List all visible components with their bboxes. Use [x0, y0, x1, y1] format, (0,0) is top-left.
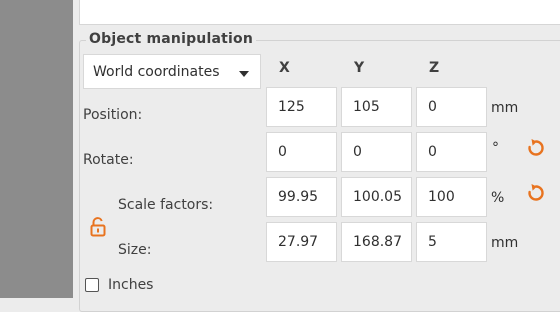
scale-y-input[interactable]: 100.05: [341, 177, 412, 217]
top-list-box: [79, 0, 560, 25]
inches-checkbox[interactable]: [85, 278, 99, 292]
rotate-x-input[interactable]: 0: [266, 132, 337, 172]
rotate-z-input[interactable]: 0: [416, 132, 487, 172]
rotate-y-input[interactable]: 0: [341, 132, 412, 172]
inches-label: Inches: [108, 277, 154, 293]
position-x-input[interactable]: 125: [266, 87, 337, 127]
axis-y-header: Y: [354, 60, 365, 76]
size-z-input[interactable]: 5: [416, 222, 487, 262]
position-z-input[interactable]: 0: [416, 87, 487, 127]
left-gutter: [0, 0, 73, 298]
coordinate-system-dropdown[interactable]: World coordinates: [83, 54, 261, 89]
rotate-unit: °: [492, 140, 499, 156]
reset-rotation-icon[interactable]: [526, 138, 546, 158]
axis-z-header: Z: [429, 60, 440, 76]
position-unit: mm: [491, 100, 519, 116]
scale-unit: %: [491, 190, 505, 206]
size-label: Size:: [118, 242, 152, 258]
position-y-input[interactable]: 105: [341, 87, 412, 127]
scale-factors-label: Scale factors:: [118, 197, 214, 213]
coordinate-system-value: World coordinates: [93, 64, 220, 80]
size-unit: mm: [491, 235, 519, 251]
reset-scale-icon[interactable]: [526, 183, 546, 203]
unlock-icon[interactable]: [89, 217, 107, 237]
rotate-label: Rotate:: [83, 152, 134, 168]
size-x-input[interactable]: 27.97: [266, 222, 337, 262]
position-label: Position:: [83, 107, 143, 123]
group-title: Object manipulation: [86, 31, 256, 47]
scale-z-input[interactable]: 100: [416, 177, 487, 217]
chevron-down-icon: [239, 71, 249, 77]
axis-x-header: X: [279, 60, 290, 76]
size-y-input[interactable]: 168.87: [341, 222, 412, 262]
scale-x-input[interactable]: 99.95: [266, 177, 337, 217]
